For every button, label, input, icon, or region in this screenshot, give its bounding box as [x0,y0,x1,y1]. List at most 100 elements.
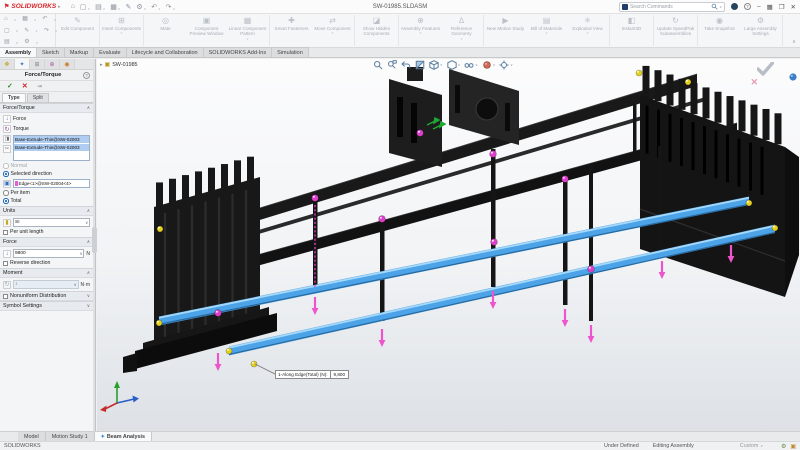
take-snapshot-button[interactable]: ◉Take Snapshot [699,15,740,46]
document-tab-model[interactable]: Model [18,432,46,441]
tab-type[interactable]: Type [2,93,26,102]
confirmation-corner-ok[interactable] [757,62,774,81]
undo-button[interactable]: ↶∨ [151,3,160,11]
view-orientation-button[interactable]: ∨ [429,60,443,70]
selection-item[interactable]: Base-Extrude-Thin@SW-02003 [14,144,89,151]
checkbox-icon[interactable] [3,230,8,235]
hide-show-items-button[interactable]: ∨ [464,60,478,70]
selection-item[interactable]: Base-Extrude-Thin@SW-02003 [14,136,89,143]
toolbar-icon[interactable]: ▦ [22,16,28,22]
search-icon[interactable]: ∨ [711,3,722,10]
keep-visible-pin-icon[interactable]: ⇥ [37,83,42,90]
expand-chevron-icon[interactable]: ∨ [87,303,90,309]
force-point-sphere[interactable] [417,130,424,137]
dropdown-icon[interactable]: ∨ [458,63,461,67]
tab-simulation[interactable]: Simulation [272,47,309,57]
status-view-mode[interactable]: Custom ∨ [740,443,763,449]
redo-button[interactable]: ↷∨ [166,3,175,11]
toolbar-icon[interactable]: ▤ [4,39,10,45]
face-selector-icon[interactable]: ◨ [3,135,11,143]
search-dropdown-icon[interactable]: ∨ [719,5,722,9]
joint-sphere[interactable] [685,79,691,85]
dropdown-icon[interactable]: ∨ [545,32,548,36]
dropdown-icon[interactable]: ∨ [331,32,334,36]
radio-per-item[interactable]: Per item [3,190,90,196]
open-document-button[interactable]: ▤∨ [95,3,105,11]
previous-view-button[interactable] [401,60,411,70]
joint-sphere[interactable] [226,348,232,354]
split-selector-icon[interactable]: ✂ [3,145,11,153]
radio-selected-direction[interactable]: Selected direction [3,171,90,177]
section-header-moment[interactable]: Moment ∧ [0,268,93,278]
direction-reference-box[interactable]: Edge<1>@SW-02004<4> [13,179,90,188]
zoom-fit-button[interactable] [373,60,383,70]
user-avatar-button[interactable] [731,3,738,10]
dropdown-icon[interactable]: ∨ [586,32,589,36]
section-view-button[interactable] [415,60,425,70]
force-point-sphere[interactable] [379,216,386,223]
toolbar-icon[interactable]: ↷ [44,28,49,34]
new-document-button[interactable]: ▢∨ [80,3,90,11]
dropdown-icon[interactable]: ∨ [88,7,91,11]
document-tab-beam-analysis[interactable]: ✦Beam Analysis [95,432,152,441]
dropdown-icon[interactable]: ∨ [246,38,249,42]
model-scene[interactable] [97,59,800,431]
panel-tab-property-manager[interactable]: ✦ [15,59,30,69]
toolbar-icon[interactable]: ✎ [24,28,29,34]
per-unit-length-checkbox[interactable]: Per unit length [3,229,90,235]
force-point-sphere[interactable] [562,176,569,183]
search-input[interactable]: Search Commands ∨ [619,2,725,12]
section-header-force[interactable]: Force ∧ [0,237,93,247]
section-header-units[interactable]: Units ∧ [0,206,93,216]
home-button[interactable]: ⌂ [71,3,75,10]
joint-sphere[interactable] [251,361,257,367]
panel-tab-configuration-manager[interactable]: ⊞ [30,59,45,69]
flyout-feature-tree[interactable]: ▸ ▣ SW-01985 [100,61,138,68]
new-motion-study-button[interactable]: ▶New Motion Study [485,15,526,46]
expand-tree-icon[interactable]: ▸ [100,62,103,68]
symbol-settings-header[interactable]: Symbol Settings ∨ [0,301,93,311]
reference-geometry-button[interactable]: ∆Reference Geometry∨ [441,15,482,46]
app-logo[interactable]: ⚑ SOLIDWORKS ▸ [4,3,61,10]
collapse-chevron-icon[interactable]: ∧ [87,208,90,214]
force-point-sphere[interactable] [215,310,222,317]
options-grid-button[interactable]: ▦ [767,3,773,11]
show-hidden-components-button[interactable]: ◪Show Hidden Components [356,15,397,46]
large-assembly-settings-button[interactable]: ⚙Large Assembly Settings [740,15,781,46]
tab-assembly[interactable]: Assembly [0,47,37,57]
exploded-view-button[interactable]: ✳Exploded View∨ [567,15,608,46]
tab-split[interactable]: Split [27,93,49,102]
tab-lifecycle-and-collaboration[interactable]: Lifecycle and Collaboration [127,47,204,57]
mate-button[interactable]: ◎Mate [145,15,186,46]
panel-splitter[interactable] [93,59,96,431]
toolbar-icon[interactable]: ↶ [42,16,47,22]
force-point-sphere[interactable] [312,195,319,202]
force-point-sphere[interactable] [588,266,595,273]
zoom-area-button[interactable] [387,60,397,70]
selection-listbox[interactable]: Base-Extrude-Thin@SW-02003Base-Extrude-T… [13,135,90,161]
radio-total[interactable]: Total [3,198,90,204]
help-button[interactable]: ? [744,3,751,10]
status-tag-icon[interactable]: ▣ [790,443,796,450]
dropdown-icon[interactable]: ∨ [120,32,123,36]
nonuniform-distribution-header[interactable]: Nonuniform Distribution ∨ [0,291,93,301]
force-callout[interactable]: 1-Along Edge(Total) (N): 9,800 [275,370,349,379]
dropdown-icon[interactable]: ∨ [173,7,176,11]
panel-tab-dimxpert-manager[interactable]: ⊕ [45,59,60,69]
tab-sketch[interactable]: Sketch [37,47,65,57]
display-style-button[interactable]: ∨ [447,60,461,70]
minimize-button[interactable]: – [757,3,761,10]
ok-button[interactable]: ✓ [7,82,13,90]
dropdown-icon[interactable]: ∨ [475,63,478,67]
instant3d-button[interactable]: ◧Instant3D [611,15,652,46]
restore-button[interactable]: ❐ [779,3,785,11]
collapse-toolbar-icon[interactable]: ∧ [788,14,800,47]
radio-icon[interactable] [3,171,9,177]
joint-sphere[interactable] [772,225,778,231]
collapse-chevron-icon[interactable]: ∧ [87,105,90,111]
dropdown-icon[interactable]: ∨ [510,63,513,67]
insert-components-button[interactable]: ⊞Insert Components∨ [101,15,142,46]
toolbar-icon[interactable]: ⚙ [24,39,29,45]
smart-fasteners-button[interactable]: ✚Smart Fasteners [271,15,312,46]
edit-component-button[interactable]: ✎Edit Component [57,15,98,46]
